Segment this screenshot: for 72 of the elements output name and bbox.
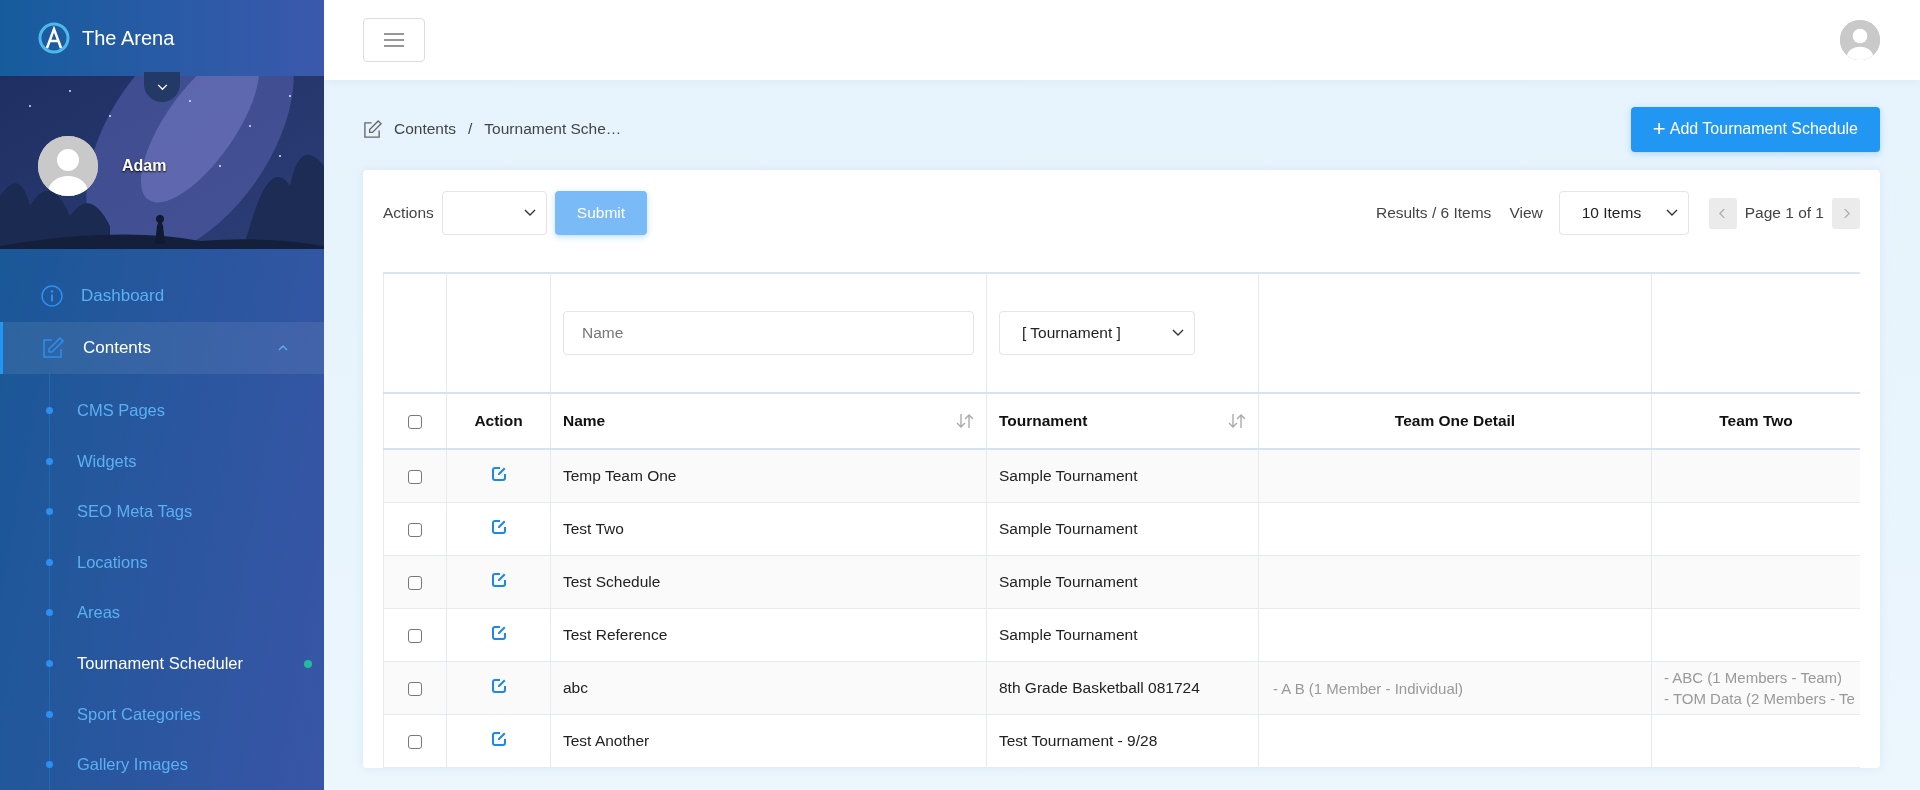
- team-detail: - A B (1 Member - Individual): [1273, 679, 1465, 697]
- row-checkbox[interactable]: [408, 469, 422, 484]
- column-header: Team Two: [1719, 412, 1793, 429]
- add-tournament-schedule-button[interactable]: + Add Tournament Schedule: [1630, 106, 1880, 152]
- team-detail: - ABC (1 Members - Team): [1664, 669, 1844, 686]
- sidebar-subitem[interactable]: Tournament Scheduler: [0, 638, 324, 689]
- actions-label: Actions: [383, 204, 434, 222]
- table-cell: Test Schedule: [563, 573, 661, 590]
- profile-toggle-button[interactable]: [144, 72, 180, 102]
- row-checkbox[interactable]: [408, 575, 422, 590]
- sort-icon[interactable]: [1228, 413, 1246, 429]
- breadcrumb-item: Tournament Sche…: [484, 120, 622, 138]
- column-header: Tournament: [999, 412, 1088, 430]
- team-detail: - TOM Data (2 Members - Te: [1664, 690, 1856, 707]
- table-cell: Temp Team One: [563, 467, 677, 484]
- table-cell: Sample Tournament: [999, 520, 1138, 537]
- breadcrumb-separator: /: [468, 120, 473, 138]
- column-header: Action: [474, 412, 523, 429]
- logo-icon: [38, 22, 70, 55]
- chevron-down-icon: [1665, 209, 1678, 217]
- edit-icon[interactable]: [490, 466, 507, 482]
- sidebar-subitem[interactable]: Areas: [0, 587, 324, 639]
- table-cell: Test Two: [563, 520, 624, 537]
- row-checkbox[interactable]: [408, 628, 422, 643]
- breadcrumb-item[interactable]: Contents: [394, 120, 457, 138]
- name-filter-field[interactable]: Name: [563, 311, 974, 355]
- chevron-left-icon: [1719, 207, 1727, 219]
- row-checkbox[interactable]: [408, 734, 422, 749]
- chevron-right-icon: [1842, 207, 1850, 219]
- tournament-filter-select[interactable]: [ Tournament ]: [999, 311, 1195, 355]
- table-cell: abc: [563, 679, 588, 696]
- edit-icon[interactable]: [490, 678, 507, 694]
- table-cell: Test Tournament - 9/28: [999, 732, 1158, 749]
- sidebar-subitem[interactable]: Locations: [0, 537, 324, 588]
- table-cell: Sample Tournament: [999, 467, 1138, 484]
- sidebar-item[interactable]: Dashboard: [0, 270, 324, 323]
- column-header: Name: [563, 412, 606, 430]
- items-per-page-select[interactable]: 10 Items: [1558, 191, 1689, 235]
- edit-icon[interactable]: [490, 572, 507, 588]
- chevron-down-icon: [156, 83, 168, 91]
- sort-icon[interactable]: [956, 413, 974, 429]
- table-cell: Test Reference: [563, 626, 668, 643]
- table-cell: 8th Grade Basketball 081724: [999, 679, 1200, 696]
- user-name: Adam: [122, 157, 167, 176]
- info-icon: [41, 285, 63, 308]
- table-cell: Sample Tournament: [999, 573, 1138, 590]
- edit-icon[interactable]: [490, 625, 507, 641]
- page-indicator: Page 1 of 1: [1744, 204, 1824, 222]
- table-cell: Test Another: [563, 732, 650, 749]
- sidebar-subitem[interactable]: Gallery Images: [0, 739, 324, 790]
- row-checkbox[interactable]: [408, 681, 422, 696]
- edit-icon[interactable]: [490, 519, 507, 535]
- sidebar-subitem[interactable]: Widgets: [0, 435, 324, 487]
- brand-name: The Arena: [82, 26, 175, 50]
- edit-icon: [41, 336, 65, 361]
- sidebar-subitem[interactable]: Sport Categories: [0, 688, 324, 740]
- sidebar-subitem[interactable]: SEO Meta Tags: [0, 486, 324, 538]
- row-checkbox[interactable]: [408, 522, 422, 537]
- menu-button[interactable]: [363, 18, 425, 62]
- chevron-down-icon: [523, 209, 536, 217]
- table-cell: Sample Tournament: [999, 626, 1138, 643]
- user-avatar: [1840, 20, 1880, 60]
- view-label: View: [1509, 204, 1543, 222]
- column-header: Team One Detail: [1394, 412, 1516, 429]
- menu-icon: [384, 33, 404, 47]
- sidebar-item[interactable]: Contents: [0, 322, 324, 375]
- select-all-checkbox[interactable]: [408, 414, 422, 429]
- sidebar-subitem[interactable]: CMS Pages: [0, 385, 324, 436]
- edit-icon[interactable]: [490, 731, 507, 747]
- chevron-down-icon: [1172, 329, 1184, 337]
- results-count: Results / 6 Items: [1375, 204, 1492, 222]
- edit-icon: [363, 119, 382, 139]
